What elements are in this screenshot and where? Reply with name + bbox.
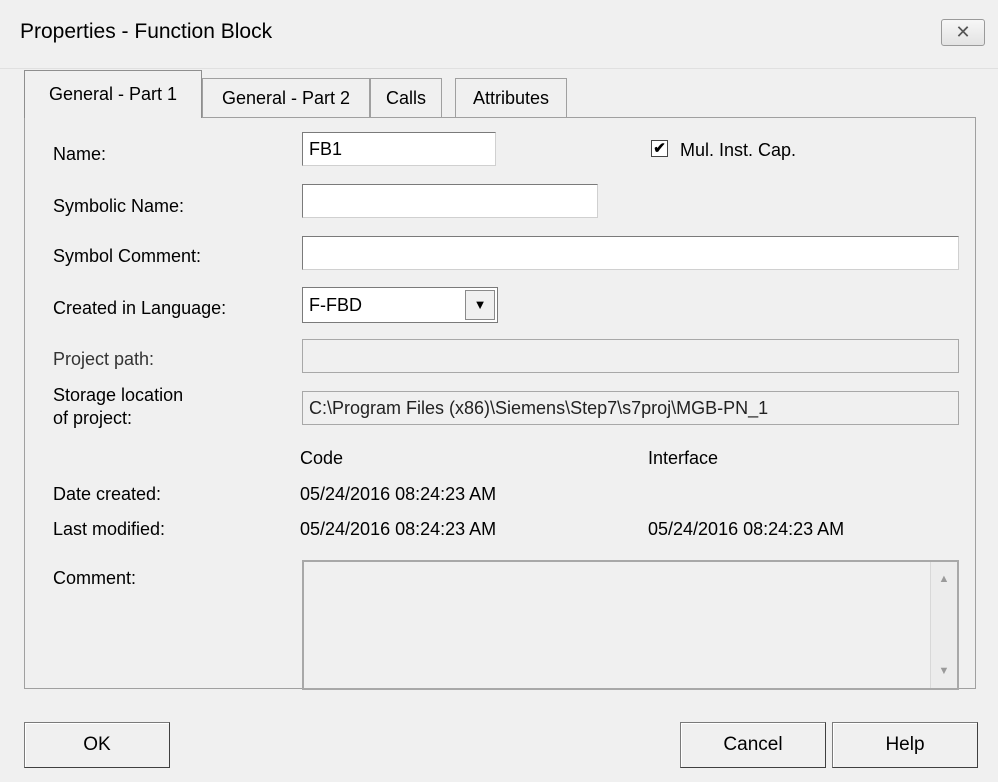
storage-label-line1: Storage location — [53, 385, 184, 405]
symbolic-name-input[interactable] — [302, 184, 598, 218]
check-icon: ✔ — [653, 140, 666, 157]
language-value: F-FBD — [309, 295, 362, 315]
last-modified-label: Last modified: — [53, 519, 166, 539]
scroll-down-icon[interactable]: ▼ — [931, 660, 957, 682]
date-created-code: 05/24/2016 08:24:23 AM — [300, 484, 497, 504]
interface-column-header: Interface — [648, 448, 719, 468]
project-path-label: Project path: — [53, 349, 155, 369]
language-label: Created in Language: — [53, 298, 227, 318]
comment-scrollbar[interactable]: ▲ ▼ — [930, 562, 957, 688]
symbolic-name-label: Symbolic Name: — [53, 196, 185, 216]
multi-instance-checkbox[interactable]: ✔ — [651, 140, 668, 157]
scroll-up-icon[interactable]: ▲ — [931, 568, 957, 590]
date-created-label: Date created: — [53, 484, 162, 504]
form-layer: Name: FB1 ✔ Mul. Inst. Cap. Symbolic Nam… — [0, 0, 998, 782]
code-column-header: Code — [300, 448, 344, 468]
symbol-comment-input[interactable] — [302, 236, 959, 270]
dropdown-arrow-icon[interactable]: ▼ — [465, 290, 495, 320]
name-label: Name: — [53, 144, 107, 164]
language-select[interactable]: F-FBD ▼ — [302, 287, 498, 323]
comment-textarea[interactable]: ▲ ▼ — [302, 560, 959, 690]
storage-label-line2: of project: — [53, 408, 133, 428]
last-modified-code: 05/24/2016 08:24:23 AM — [300, 519, 497, 539]
project-path-field — [302, 339, 959, 373]
multi-instance-label: Mul. Inst. Cap. — [680, 140, 797, 160]
storage-location-field: C:\Program Files (x86)\Siemens\Step7\s7p… — [302, 391, 959, 425]
symbol-comment-label: Symbol Comment: — [53, 246, 202, 266]
last-modified-interface: 05/24/2016 08:24:23 AM — [648, 519, 845, 539]
comment-label: Comment: — [53, 568, 137, 588]
name-input[interactable]: FB1 — [302, 132, 496, 166]
